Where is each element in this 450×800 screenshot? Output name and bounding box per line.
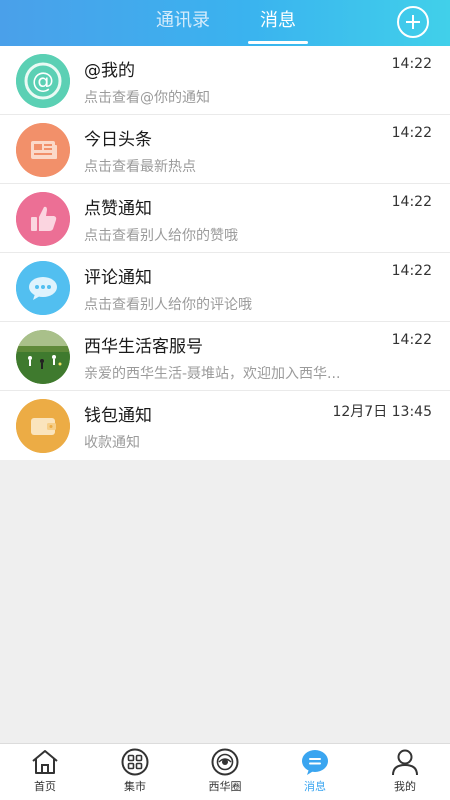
at-icon: @ [16, 54, 70, 108]
message-title: 评论通知 [84, 268, 152, 288]
message-title: 西华生活客服号 [84, 337, 203, 357]
newspaper-icon [16, 123, 70, 177]
message-title: 钱包通知 [84, 406, 152, 426]
top-header: 通讯录 消息 [0, 0, 450, 46]
nav-profile[interactable]: 我的 [370, 744, 440, 800]
tab-messages-label: 消息 [260, 10, 296, 31]
add-button[interactable] [397, 6, 429, 38]
nav-home[interactable]: 首页 [10, 744, 80, 800]
message-subtitle: 点击查看@你的通知 [84, 90, 210, 106]
nav-label: 消息 [304, 780, 326, 793]
comment-icon [16, 261, 70, 315]
message-subtitle: 点击查看最新热点 [84, 159, 196, 175]
message-time: 14:22 [391, 125, 432, 141]
message-title: @我的 [84, 61, 135, 81]
message-item-comments[interactable]: 评论通知 点击查看别人给你的评论哦 14:22 [0, 253, 450, 322]
tab-messages[interactable]: 消息 [248, 0, 308, 46]
message-time: 14:22 [391, 332, 432, 348]
message-subtitle: 点击查看别人给你的赞哦 [84, 228, 238, 244]
wallet-icon [16, 399, 70, 453]
message-time: 14:22 [391, 263, 432, 279]
message-time: 14:22 [391, 194, 432, 210]
message-item-wallet[interactable]: 钱包通知 收款通知 12月7日 13:45 [0, 391, 450, 460]
nav-label: 集市 [124, 780, 146, 793]
home-icon [32, 750, 58, 774]
message-subtitle: 收款通知 [84, 435, 140, 451]
nav-label: 我的 [394, 780, 416, 793]
photo-avatar [16, 330, 70, 384]
svg-text:@: @ [32, 69, 54, 94]
nav-label: 西华圈 [208, 780, 242, 793]
message-title: 今日头条 [84, 130, 152, 150]
nav-market[interactable]: 集市 [100, 744, 170, 800]
message-time: 12月7日 13:45 [332, 404, 432, 420]
nav-messages[interactable]: 消息 [280, 744, 350, 800]
market-icon [121, 748, 149, 776]
message-icon [302, 750, 328, 775]
message-item-likes[interactable]: 点赞通知 点击查看别人给你的赞哦 14:22 [0, 184, 450, 253]
thumbs-up-icon [16, 192, 70, 246]
message-item-headlines[interactable]: 今日头条 点击查看最新热点 14:22 [0, 115, 450, 184]
message-list: @ @我的 点击查看@你的通知 14:22 今日头条 点击查看最新热点 14:2… [0, 46, 450, 460]
tab-contacts[interactable]: 通讯录 [150, 0, 216, 46]
message-item-customer-service[interactable]: 西华生活客服号 亲爱的西华生活-聂堆站，欢迎加入西华... 14:22 [0, 322, 450, 391]
nav-moments[interactable]: 西华圈 [190, 744, 260, 800]
message-title: 点赞通知 [84, 199, 152, 219]
user-icon [392, 749, 418, 776]
active-tab-underline [248, 41, 308, 44]
bottom-tab-bar: 首页 集市 西华圈 消息 我的 [0, 743, 450, 800]
message-subtitle: 点击查看别人给你的评论哦 [84, 297, 252, 313]
message-item-at-me[interactable]: @ @我的 点击查看@你的通知 14:22 [0, 46, 450, 115]
nav-label: 首页 [34, 780, 56, 793]
moments-icon [211, 748, 239, 776]
message-subtitle: 亲爱的西华生活-聂堆站，欢迎加入西华... [84, 366, 341, 382]
message-time: 14:22 [391, 56, 432, 72]
